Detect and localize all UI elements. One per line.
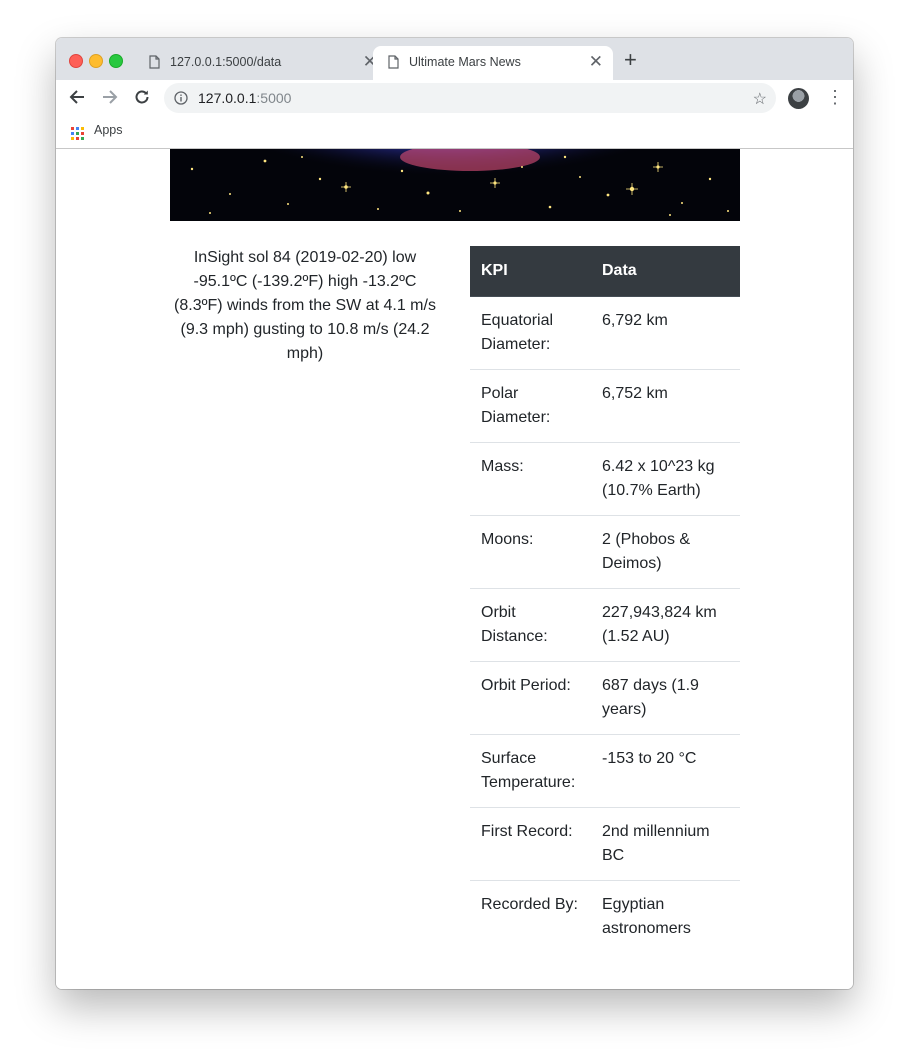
page-icon	[388, 55, 399, 72]
address-bar[interactable]: 127.0.0.1:5000 ☆	[164, 83, 776, 113]
table-row: Recorded By: Egyptian astronomers	[470, 879, 740, 953]
column-header-kpi: KPI	[470, 246, 591, 297]
data-cell: 6,752 km	[591, 368, 740, 442]
kpi-cell: Orbit Distance:	[470, 587, 591, 661]
data-cell: 6.42 x 10^23 kg (10.7% Earth)	[591, 441, 740, 515]
kpi-cell: Mass:	[470, 441, 591, 515]
page-icon	[149, 55, 160, 72]
kpi-cell: Moons:	[470, 514, 591, 588]
tab-title: Ultimate Mars News	[409, 55, 521, 69]
data-cell: 2 (Phobos & Deimos)	[591, 514, 740, 588]
kpi-cell: Polar Diameter:	[470, 368, 591, 442]
data-cell: -153 to 20 °C	[591, 733, 740, 807]
table-header-row: KPI Data	[470, 246, 740, 297]
bookmark-star-icon[interactable]: ☆	[753, 89, 767, 109]
kpi-cell: First Record:	[470, 806, 591, 880]
close-tab-icon[interactable]: ✕	[589, 52, 603, 72]
column-header-data: Data	[591, 246, 740, 297]
tab-ultimate-mars-news[interactable]: Ultimate Mars News ✕	[373, 46, 613, 80]
data-cell: 687 days (1.9 years)	[591, 660, 740, 734]
table-row: Polar Diameter: 6,752 km	[470, 368, 740, 442]
table-row: First Record: 2nd millennium BC	[470, 806, 740, 880]
data-cell: 2nd millennium BC	[591, 806, 740, 880]
tab-title: 127.0.0.1:5000/data	[170, 55, 282, 69]
url-host: 127.0.0.1	[198, 90, 257, 106]
data-cell: Egyptian astronomers	[591, 879, 740, 953]
maximize-window-button[interactable]	[109, 54, 123, 68]
tab-data[interactable]: 127.0.0.1:5000/data ✕	[134, 46, 377, 80]
browser-window: 127.0.0.1:5000/data ✕ Ultimate Mars News…	[56, 38, 853, 989]
kpi-cell: Orbit Period:	[470, 660, 591, 734]
table-row: Equatorial Diameter: 6,792 km	[470, 296, 740, 369]
back-icon[interactable]	[67, 88, 87, 108]
url-text: 127.0.0.1:5000	[198, 90, 291, 106]
browser-menu-icon[interactable]: ⋮	[826, 87, 844, 107]
url-port: :5000	[256, 90, 292, 106]
minimize-window-button[interactable]	[89, 54, 103, 68]
table-row: Mass: 6.42 x 10^23 kg (10.7% Earth)	[470, 441, 740, 515]
mars-hero-image	[170, 149, 740, 221]
table-row: Orbit Period: 687 days (1.9 years)	[470, 660, 740, 734]
apps-bookmark-label[interactable]: Apps	[94, 123, 123, 137]
table-row: Orbit Distance: 227,943,824 km (1.52 AU)	[470, 587, 740, 661]
info-icon[interactable]	[174, 91, 188, 110]
data-cell: 6,792 km	[602, 311, 668, 329]
forward-icon[interactable]	[100, 88, 120, 108]
bookmarks-bar: Apps	[56, 116, 853, 149]
apps-grid-icon[interactable]	[71, 127, 84, 140]
page-viewport: InSight sol 84 (2019-02-20) low -95.1ºC …	[56, 149, 853, 989]
table-row: Surface Temperature: -153 to 20 °C	[470, 733, 740, 807]
browser-toolbar: 127.0.0.1:5000 ☆ ⋮	[56, 80, 853, 116]
mars-weather-text: InSight sol 84 (2019-02-20) low -95.1ºC …	[174, 249, 436, 362]
kpi-cell: Surface Temperature:	[470, 733, 591, 807]
new-tab-button[interactable]: +	[624, 49, 637, 71]
table-row: Moons: 2 (Phobos & Deimos)	[470, 514, 740, 588]
kpi-cell: Recorded By:	[470, 879, 591, 953]
reload-icon[interactable]	[132, 88, 152, 108]
mars-facts-table: KPI Data Equatorial Diameter: 6,792 km Po…	[470, 246, 740, 953]
kpi-cell: Equatorial Diameter:	[481, 311, 554, 353]
close-window-button[interactable]	[69, 54, 83, 68]
profile-avatar[interactable]	[788, 88, 809, 109]
data-cell: 227,943,824 km (1.52 AU)	[591, 587, 740, 661]
tab-strip: 127.0.0.1:5000/data ✕ Ultimate Mars News…	[56, 38, 853, 80]
